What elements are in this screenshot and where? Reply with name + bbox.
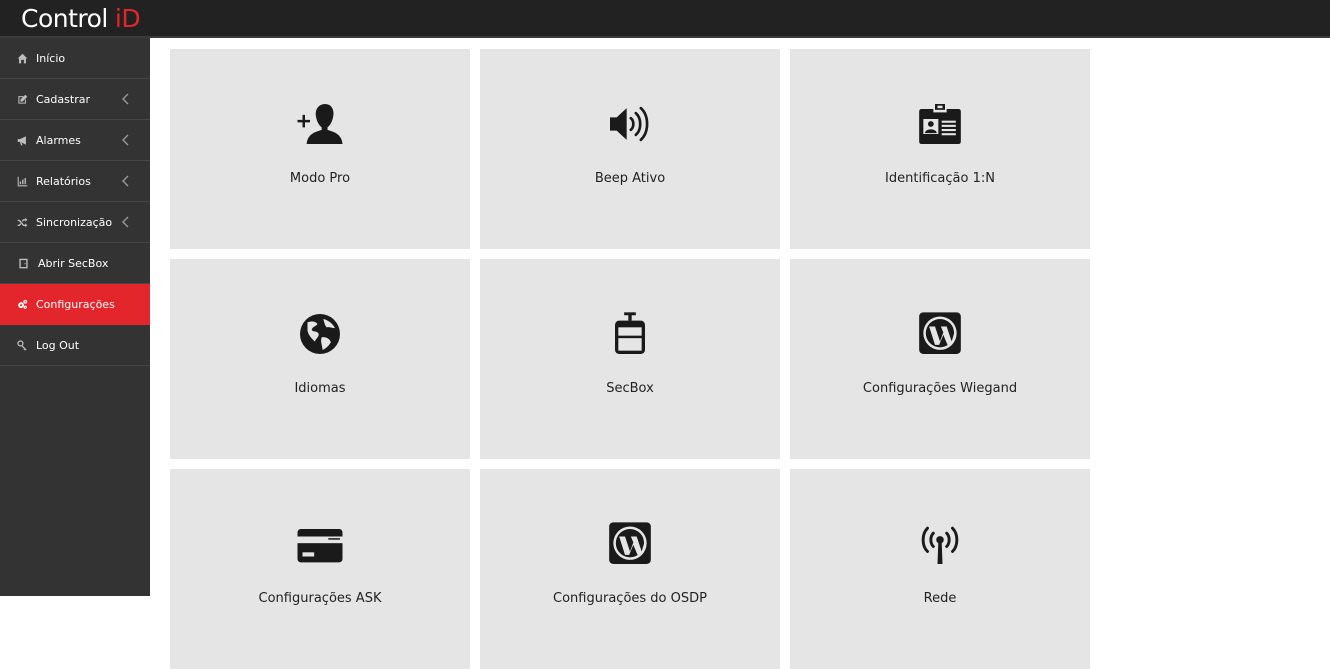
id-badge-icon [915, 99, 965, 149]
credit-card-icon [295, 519, 345, 569]
home-icon [16, 52, 28, 64]
tile-label: Beep Ativo [594, 171, 666, 186]
tile-secbox[interactable]: SecBox [480, 259, 780, 459]
tile-idiomas[interactable]: Idiomas [170, 259, 470, 459]
sidebar-item-relatorios[interactable]: Relatórios [0, 161, 150, 202]
sidebar-item-alarmes[interactable]: Alarmes [0, 120, 150, 161]
top-bar: Control iD [0, 0, 1330, 38]
sidebar-item-label: Relatórios [36, 174, 91, 188]
tile-rede[interactable]: Rede [790, 469, 1090, 669]
sidebar-item-sincronizacao[interactable]: Sincronização [0, 202, 150, 243]
sidebar-item-inicio[interactable]: Início [0, 38, 150, 79]
key-icon [16, 339, 28, 351]
sidebar-item-label: Início [36, 51, 66, 65]
bullhorn-icon [16, 134, 28, 146]
tile-label: Configurações Wiegand [862, 381, 1018, 396]
add-user-icon [295, 99, 345, 149]
tile-label: Idiomas [294, 381, 346, 396]
wordpress-icon [605, 519, 655, 569]
tile-label: Rede [923, 591, 957, 606]
tile-label: Configurações ASK [258, 591, 382, 606]
chevron-left-icon [122, 216, 132, 228]
sidebar-item-label: Configurações [36, 297, 115, 311]
tile-modo-pro[interactable]: Modo Pro [170, 49, 470, 249]
tile-beep-ativo[interactable]: Beep Ativo [480, 49, 780, 249]
tile-label: Configurações do OSDP [553, 591, 707, 606]
tile-osdp[interactable]: Configurações do OSDP [480, 469, 780, 669]
sidebar: Início Cadastrar Alarmes Relatórios Sinc… [0, 38, 150, 596]
sidebar-item-label: Cadastrar [36, 92, 90, 106]
tile-label: Modo Pro [289, 171, 351, 186]
wordpress-icon [915, 309, 965, 359]
sidebar-item-label: Alarmes [36, 133, 81, 147]
suitcase-icon [605, 309, 655, 359]
antenna-icon [915, 519, 965, 569]
sidebar-item-label: Abrir SecBox [38, 256, 109, 270]
tile-wiegand[interactable]: Configurações Wiegand [790, 259, 1090, 459]
tile-ask[interactable]: Configurações ASK [170, 469, 470, 669]
gears-icon [16, 298, 28, 310]
door-icon [17, 257, 29, 269]
edit-icon [16, 93, 28, 105]
chevron-left-icon [122, 175, 132, 187]
sidebar-item-label: Sincronização [36, 215, 113, 229]
chevron-left-icon [122, 93, 132, 105]
tile-label: Identificação 1:N [885, 171, 995, 186]
settings-grid: Modo Pro Beep Ativo Identificação 1:N Id… [150, 38, 1330, 669]
chevron-left-icon [122, 134, 132, 146]
logo-accent: iD [114, 3, 141, 33]
tile-label: SecBox [606, 381, 654, 396]
logo-text: Control [21, 3, 108, 33]
volume-up-icon [605, 99, 655, 149]
sidebar-item-cadastrar[interactable]: Cadastrar [0, 79, 150, 120]
sidebar-item-abrir-secbox[interactable]: Abrir SecBox [0, 243, 150, 284]
sidebar-item-configuracoes[interactable]: Configurações [0, 284, 150, 325]
random-icon [16, 216, 28, 228]
bar-chart-icon [16, 175, 28, 187]
logo[interactable]: Control iD [21, 0, 141, 36]
globe-icon [295, 309, 345, 359]
sidebar-item-label: Log Out [36, 338, 80, 352]
tile-identificacao[interactable]: Identificação 1:N [790, 49, 1090, 249]
sidebar-item-log-out[interactable]: Log Out [0, 325, 150, 366]
